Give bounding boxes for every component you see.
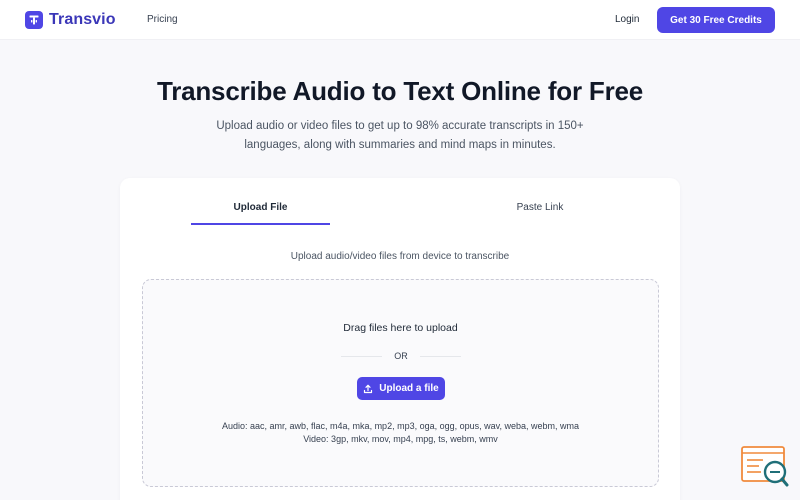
- brand-logo[interactable]: Transvio: [25, 11, 116, 29]
- divider-line-right: [419, 355, 461, 357]
- page-title: Transcribe Audio to Text Online for Free: [156, 76, 644, 106]
- active-tab-indicator: [191, 223, 330, 225]
- nav-link-pricing[interactable]: Pricing: [147, 14, 178, 25]
- audio-formats: Audio: aac, amr, awb, flac, m4a, mka, mp…: [222, 421, 579, 431]
- video-formats: Video: 3gp, mkv, mov, mp4, mpg, ts, webm…: [303, 434, 498, 444]
- file-dropzone[interactable]: Drag files here to upload OR Upload a fi…: [142, 279, 659, 487]
- or-divider: OR: [341, 350, 461, 362]
- upload-button-label: Upload a file: [379, 383, 439, 394]
- tab-paste-link[interactable]: Paste Link: [470, 202, 610, 213]
- or-label: OR: [394, 351, 408, 361]
- supported-formats: Audio: aac, amr, awb, flac, m4a, mka, mp…: [143, 420, 658, 446]
- upload-icon: [363, 384, 373, 394]
- brand-name: Transvio: [49, 11, 116, 28]
- divider-line-left: [341, 355, 383, 357]
- get-free-credits-button[interactable]: Get 30 Free Credits: [657, 7, 775, 33]
- page-subtitle: Upload audio or video files to get up to…: [216, 120, 584, 151]
- top-navbar: Transvio Pricing Login Get 30 Free Credi…: [0, 0, 800, 40]
- login-link[interactable]: Login: [615, 14, 639, 25]
- upload-card: Upload File Paste Link Upload audio/vide…: [120, 178, 680, 500]
- upload-hint: Upload audio/video files from device to …: [290, 251, 510, 262]
- transvio-logo-icon: [25, 11, 43, 29]
- drag-instructions: Drag files here to upload: [343, 322, 458, 334]
- tab-upload-file[interactable]: Upload File: [191, 202, 330, 213]
- upload-file-button[interactable]: Upload a file: [357, 377, 445, 400]
- support-chat-icon[interactable]: [741, 446, 789, 488]
